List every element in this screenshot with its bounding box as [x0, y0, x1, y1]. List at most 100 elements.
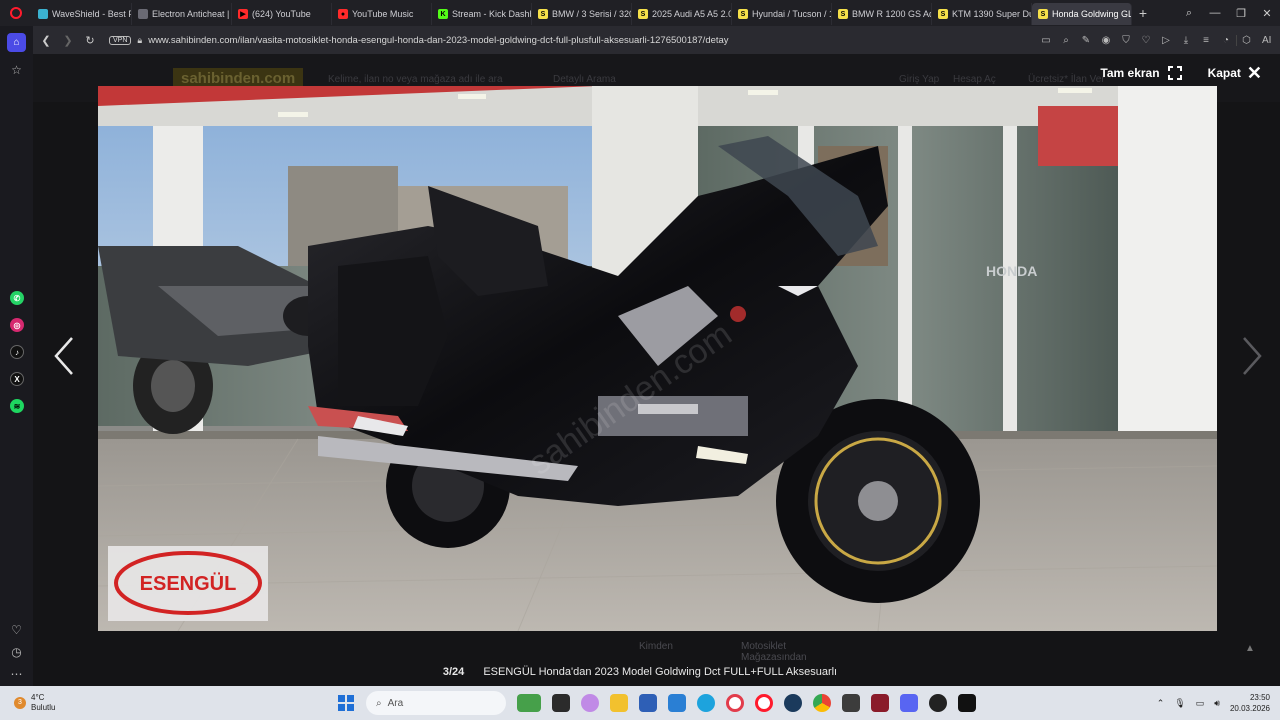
- tab-favicon-icon: S: [538, 9, 548, 19]
- bookmark-heart-icon[interactable]: ♡: [1136, 35, 1156, 46]
- volume-icon[interactable]: 🔊︎: [1214, 698, 1220, 709]
- taskbar-search-box[interactable]: ⌕ Ara: [366, 691, 506, 715]
- app-icon[interactable]: [929, 694, 947, 712]
- browser-tab[interactable]: K Stream - Kick Dashbo: [432, 3, 532, 25]
- ai-button[interactable]: AI: [1256, 35, 1276, 46]
- gallery-app-icon[interactable]: [517, 694, 541, 712]
- listing-photo[interactable]: HONDA sahibinden.com ESENGÜL: [98, 86, 1217, 631]
- extensions-icon[interactable]: ⬡: [1236, 34, 1256, 46]
- cheat-app-icon[interactable]: [958, 694, 976, 712]
- steam-icon[interactable]: [784, 694, 802, 712]
- zoom-icon[interactable]: ⌕: [1056, 35, 1076, 46]
- search-icon: ⌕: [376, 697, 382, 709]
- download-icon[interactable]: ⤓: [1176, 35, 1196, 46]
- fullscreen-button[interactable]: Tam ekran: [1100, 66, 1182, 80]
- close-label: Kapat: [1207, 66, 1241, 80]
- register-link: Hesap Aç: [953, 74, 996, 85]
- browser-tab[interactable]: WaveShield - Best F: [32, 3, 132, 25]
- browser-tab[interactable]: S Hyundai / Tucson / 1: [732, 3, 832, 25]
- system-clock[interactable]: 23:50 20.03.2026: [1230, 692, 1270, 714]
- clock-date: 20.03.2026: [1229, 704, 1270, 713]
- tab-favicon-icon: S: [638, 9, 648, 19]
- weather-desc: Bulutlu: [31, 703, 56, 712]
- camera-snapshot-icon[interactable]: ◉: [1096, 35, 1116, 46]
- epic-games-icon[interactable]: [842, 694, 860, 712]
- file-explorer-icon[interactable]: [610, 694, 628, 712]
- easy-setup-menu-icon[interactable]: ≡: [1196, 35, 1216, 46]
- opera-gx-icon[interactable]: [726, 694, 744, 712]
- chevron-up-icon[interactable]: ⌃: [1157, 698, 1165, 709]
- tab-title: BMW R 1200 GS Adv: [852, 9, 932, 19]
- history-clock-icon[interactable]: ◷: [7, 642, 26, 661]
- browser-tab[interactable]: S Honda Goldwing GL 1800: [1032, 3, 1132, 25]
- home-icon[interactable]: ⌂: [7, 33, 26, 52]
- weather-alert-badge: 3: [14, 697, 26, 709]
- browser-tab[interactable]: ● YouTube Music: [332, 3, 432, 25]
- photo-counter: 3/24: [442, 666, 465, 678]
- forward-button[interactable]: ❯: [57, 34, 79, 47]
- url-field[interactable]: www.sahibinden.com/ilan/vasita-motosikle…: [148, 35, 728, 46]
- restore-button[interactable]: ❐: [1228, 7, 1254, 20]
- opera-icon[interactable]: [755, 694, 773, 712]
- reload-button[interactable]: ↻: [79, 34, 101, 47]
- tab-favicon-icon: S: [838, 9, 848, 19]
- honda-store-sign: HONDA: [986, 263, 1037, 279]
- x-twitter-icon[interactable]: X: [10, 372, 24, 386]
- browser-tab[interactable]: S 2025 Audi A5 A5 2.0: [632, 3, 732, 25]
- tab-title: 2025 Audi A5 A5 2.0: [652, 9, 732, 19]
- browser-tab[interactable]: S BMW / 3 Serisi / 320i: [532, 3, 632, 25]
- player-icon[interactable]: ▷: [1156, 35, 1176, 46]
- tab-title: Hyundai / Tucson / 1: [752, 9, 832, 19]
- tab-favicon-icon: [138, 9, 148, 19]
- discord-icon[interactable]: [900, 694, 918, 712]
- esengul-dealer-logo: ESENGÜL: [140, 572, 237, 595]
- window-controls: ⌕ — ❐ ✕: [1176, 7, 1280, 20]
- windows-taskbar: 3 4°C Bulutlu ⌕ Ara ⌃ 🎙︎ ▭ 🔊︎ 23:50 20.0…: [0, 686, 1280, 720]
- previous-image-arrow-icon[interactable]: [50, 336, 80, 376]
- chrome-icon[interactable]: [813, 694, 831, 712]
- scroll-to-top-icon[interactable]: ▲: [1245, 643, 1255, 654]
- search-tabs-icon[interactable]: ⌕: [1176, 7, 1202, 20]
- microsoft-store-icon[interactable]: [639, 694, 657, 712]
- windows-start-icon[interactable]: [338, 695, 354, 711]
- profile-icon[interactable]: ◔: [1216, 35, 1236, 46]
- whatsapp-icon[interactable]: ✆: [10, 291, 24, 305]
- address-toolbar: ▭ ⌕ ✎ ◉ ⛉ ♡ ▷ ⤓ ≡ ◔ ⬡ AI: [1036, 34, 1280, 46]
- next-image-arrow-icon[interactable]: [1236, 336, 1266, 376]
- edge-icon[interactable]: [697, 694, 715, 712]
- edit-icon[interactable]: ✎: [1076, 35, 1096, 46]
- outlook-icon[interactable]: [668, 694, 686, 712]
- vpn-badge[interactable]: VPN: [109, 35, 132, 45]
- motorcycle-photo-illustration: HONDA sahibinden.com ESENGÜL: [98, 86, 1217, 631]
- tab-favicon-icon: S: [938, 9, 948, 19]
- browser-tab[interactable]: S BMW R 1200 GS Adv: [832, 3, 932, 25]
- adobe-app-icon[interactable]: [871, 694, 889, 712]
- copilot-icon[interactable]: [581, 694, 599, 712]
- network-icon[interactable]: ▭: [1196, 698, 1205, 709]
- photo-caption: ESENGÜL Honda'dan 2023 Model Goldwing Dc…: [483, 666, 838, 678]
- weather-temp: 4°C: [31, 693, 45, 702]
- shield-icon[interactable]: ⛉: [1116, 35, 1136, 46]
- from-label: Kimden: [639, 641, 673, 652]
- close-window-button[interactable]: ✕: [1254, 7, 1280, 20]
- tab-title: Honda Goldwing GL 1800: [1052, 9, 1132, 19]
- spotify-icon[interactable]: ≋: [10, 399, 24, 413]
- secure-lock-icon[interactable]: 🔒︎: [137, 35, 142, 46]
- instagram-icon[interactable]: ◎: [10, 318, 24, 332]
- browser-tab[interactable]: ▶ (624) YouTube: [232, 3, 332, 25]
- back-button[interactable]: ❮: [35, 34, 57, 47]
- minimize-button[interactable]: —: [1202, 7, 1228, 19]
- browser-tab[interactable]: Electron Anticheat | T: [132, 3, 232, 25]
- heart-icon[interactable]: ♡: [7, 620, 26, 639]
- tab-title: BMW / 3 Serisi / 320i: [552, 9, 632, 19]
- reader-mode-icon[interactable]: ▭: [1036, 35, 1056, 46]
- new-tab-button[interactable]: +: [1132, 2, 1154, 24]
- bookmark-star-icon[interactable]: ☆: [7, 60, 26, 79]
- browser-tab[interactable]: S KTM 1390 Super Duk: [932, 3, 1032, 25]
- microphone-icon[interactable]: 🎙︎: [1174, 698, 1185, 709]
- opera-menu-icon[interactable]: [0, 0, 32, 26]
- tiktok-icon[interactable]: ♪: [10, 345, 24, 359]
- weather-widget[interactable]: 3 4°C Bulutlu: [0, 693, 320, 713]
- close-lightbox-button[interactable]: Kapat ✕: [1207, 64, 1262, 82]
- task-view-icon[interactable]: [552, 694, 570, 712]
